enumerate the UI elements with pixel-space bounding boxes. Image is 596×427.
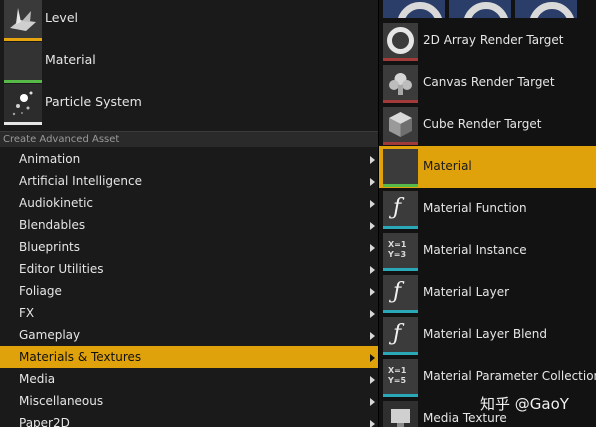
category-blendables[interactable]: Blendables: [0, 214, 378, 236]
category-materials-textures[interactable]: Materials & Textures: [0, 346, 378, 368]
submenu-item-label: Material: [423, 159, 472, 173]
category-paper2d[interactable]: Paper2D: [0, 412, 378, 427]
canvas-render-target-icon: [383, 65, 418, 100]
top-item-label: Material: [45, 52, 96, 67]
submenu-item-2d-array-render-target[interactable]: 2D Array Render Target: [379, 20, 596, 62]
category-editor-utilities[interactable]: Editor Utilities: [0, 258, 378, 280]
category-label: Gameplay: [19, 328, 81, 342]
watermark: 知乎 @GaoY: [480, 395, 569, 413]
cube-render-target-icon: [383, 107, 418, 142]
category-label: Paper2D: [19, 416, 70, 427]
chevron-right-icon: [370, 288, 375, 296]
material-instance-icon: X=1 Y=3: [383, 233, 418, 268]
chevron-right-icon: [370, 178, 375, 186]
chevron-right-icon: [370, 310, 375, 318]
material-icon: [4, 42, 42, 83]
media-texture-icon: [383, 401, 418, 427]
create-material-item[interactable]: Material: [0, 42, 378, 84]
section-title: Create Advanced Asset: [3, 134, 120, 145]
submenu-item-label: Material Instance: [423, 243, 527, 257]
asset-creation-menu: Level Material Particle System Create Ad…: [0, 0, 378, 427]
asset-thumbnail-strip: [379, 0, 596, 20]
icon-text: X=1 Y=5: [388, 366, 407, 385]
top-item-label: Level: [45, 10, 78, 25]
category-label: FX: [19, 306, 35, 320]
submenu-item-material-layer-blend[interactable]: ƒ Material Layer Blend: [379, 314, 596, 356]
category-label: Blueprints: [19, 240, 81, 254]
category-label: Editor Utilities: [19, 262, 104, 276]
category-audiokinetic[interactable]: Audiokinetic: [0, 192, 378, 214]
category-media[interactable]: Media: [0, 368, 378, 390]
chevron-right-icon: [370, 156, 375, 164]
submenu-item-label: Material Layer Blend: [423, 327, 548, 341]
level-icon: [4, 0, 42, 41]
create-particle-system-item[interactable]: Particle System: [0, 84, 378, 126]
material-icon: [383, 149, 418, 184]
chevron-right-icon: [370, 266, 375, 274]
function-icon: ƒ: [383, 317, 418, 352]
category-artificial-intelligence[interactable]: Artificial Intelligence: [0, 170, 378, 192]
submenu-item-canvas-render-target[interactable]: Canvas Render Target: [379, 62, 596, 104]
category-gameplay[interactable]: Gameplay: [0, 324, 378, 346]
submenu-item-material-function[interactable]: ƒ Material Function: [379, 188, 596, 230]
render-target-thumbnail: [383, 0, 445, 18]
category-label: Animation: [19, 152, 81, 166]
category-label: Miscellaneous: [19, 394, 104, 408]
top-item-label: Particle System: [45, 94, 142, 109]
submenu-item-material-parameter-collection[interactable]: X=1 Y=5 Material Parameter Collection: [379, 356, 596, 398]
category-foliage[interactable]: Foliage: [0, 280, 378, 302]
category-label: Materials & Textures: [19, 350, 142, 364]
category-label: Media: [19, 372, 56, 386]
parameter-collection-icon: X=1 Y=5: [383, 359, 418, 394]
category-label: Blendables: [19, 218, 86, 232]
submenu-item-label: Material Function: [423, 201, 527, 215]
category-label: Artificial Intelligence: [19, 174, 142, 188]
category-blueprints[interactable]: Blueprints: [0, 236, 378, 258]
function-icon: ƒ: [383, 191, 418, 226]
chevron-right-icon: [370, 398, 375, 406]
submenu-item-label: Canvas Render Target: [423, 75, 555, 89]
category-label: Foliage: [19, 284, 62, 298]
chevron-right-icon: [370, 244, 375, 252]
advanced-asset-header: Create Advanced Asset: [0, 131, 378, 147]
render-target-thumbnail: [449, 0, 511, 18]
icon-text: X=1 Y=3: [388, 240, 407, 259]
chevron-right-icon: [370, 222, 375, 230]
category-animation[interactable]: Animation: [0, 148, 378, 170]
render-target-icon: [383, 23, 418, 58]
chevron-right-icon: [370, 420, 375, 427]
category-fx[interactable]: FX: [0, 302, 378, 324]
chevron-right-icon: [370, 332, 375, 340]
submenu-item-label: Cube Render Target: [423, 117, 542, 131]
category-miscellaneous[interactable]: Miscellaneous: [0, 390, 378, 412]
render-target-thumbnail: [515, 0, 577, 18]
submenu-item-material-layer[interactable]: ƒ Material Layer: [379, 272, 596, 314]
materials-textures-submenu: 2D Array Render Target Canvas Render Tar…: [378, 0, 596, 427]
submenu-item-label: Material Parameter Collection: [423, 369, 596, 383]
create-level-item[interactable]: Level: [0, 0, 378, 42]
submenu-item-label: 2D Array Render Target: [423, 33, 564, 47]
chevron-right-icon: [370, 354, 375, 362]
category-label: Audiokinetic: [19, 196, 94, 210]
particle-system-icon: [4, 84, 42, 125]
submenu-item-label: Material Layer: [423, 285, 510, 299]
submenu-item-material[interactable]: Material: [379, 146, 596, 188]
chevron-right-icon: [370, 376, 375, 384]
submenu-item-cube-render-target[interactable]: Cube Render Target: [379, 104, 596, 146]
function-icon: ƒ: [383, 275, 418, 310]
chevron-right-icon: [370, 200, 375, 208]
submenu-item-material-instance[interactable]: X=1 Y=3 Material Instance: [379, 230, 596, 272]
